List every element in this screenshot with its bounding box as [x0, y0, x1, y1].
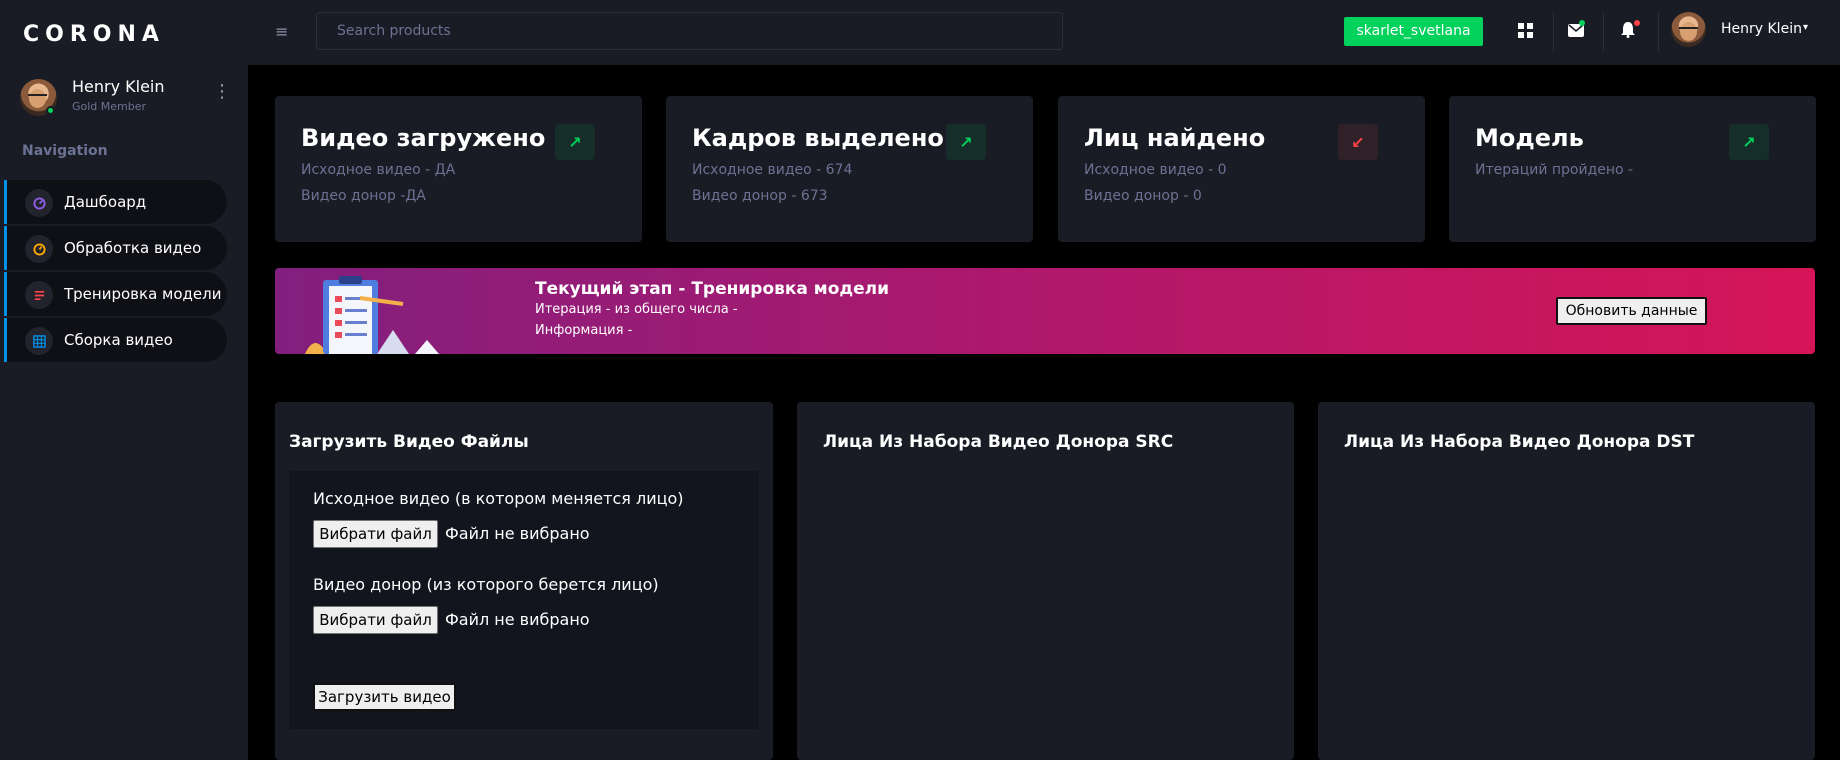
- chevron-down-icon[interactable]: ▾: [1803, 22, 1808, 33]
- sidebar-item-label: Сборка видео: [64, 331, 173, 349]
- banner-iteration: Итерация - из общего числа -: [535, 302, 738, 317]
- stat-line: Исходное видео - 0: [1084, 162, 1227, 178]
- banner-info: Информация -: [535, 323, 633, 338]
- brand-logo[interactable]: CORONA: [23, 22, 165, 47]
- source-file-button[interactable]: Вибрати файл: [313, 520, 438, 548]
- divider: [1553, 12, 1554, 52]
- user-label-button[interactable]: skarlet_svetlana: [1344, 17, 1483, 46]
- stat-title: Видео загружено: [301, 124, 546, 152]
- menu-toggle-icon[interactable]: ≡: [275, 22, 288, 41]
- upload-video-button[interactable]: Загрузить видео: [313, 683, 456, 711]
- search-input[interactable]: [316, 12, 1063, 50]
- profile-name: Henry Klein: [72, 77, 165, 96]
- sidebar-item-label: Обработка видео: [64, 239, 202, 257]
- profile-subtitle: Gold Member: [72, 100, 147, 113]
- source-video-label: Исходное видео (в котором меняется лицо): [313, 489, 684, 508]
- nav-category: Navigation: [22, 143, 108, 159]
- donor-video-label: Видео донор (из которого берется лицо): [313, 575, 659, 594]
- sidebar-item-model-training[interactable]: Тренировка модели: [4, 272, 227, 316]
- panel-title: Лица Из Набора Видео Донора SRC: [823, 432, 1174, 452]
- notification-badge: [1634, 20, 1640, 26]
- stat-title: Модель: [1475, 124, 1584, 152]
- stat-line: Видео донор -ДА: [301, 188, 426, 204]
- arrow-top-right-icon: ↗: [946, 124, 986, 160]
- sidebar-item-label: Дашбоард: [64, 193, 147, 211]
- navbar-user-name[interactable]: Henry Klein: [1721, 21, 1802, 37]
- stat-title: Кадров выделено: [692, 124, 944, 152]
- stat-title: Лиц найдено: [1084, 124, 1266, 152]
- status-banner: Текущий этап - Тренировка модели Итераци…: [275, 268, 1815, 354]
- upload-form: Исходное видео (в котором меняется лицо)…: [289, 471, 759, 729]
- src-faces-panel: Лица Из Набора Видео Донора SRC: [797, 402, 1294, 760]
- sidebar-profile: Henry Klein Gold Member ⋮: [20, 77, 235, 117]
- refresh-data-button[interactable]: Обновить данные: [1556, 297, 1707, 325]
- stat-card-frames-extracted: Кадров выделено Исходное видео - 674 Вид…: [666, 96, 1033, 242]
- stat-line: Видео донор - 673: [692, 188, 828, 204]
- sidebar-item-label: Тренировка модели: [64, 285, 222, 303]
- file-document-icon: [25, 281, 53, 309]
- dots-vertical-icon[interactable]: ⋮: [213, 83, 231, 101]
- stat-card-model: Модель Итераций пройдено - ↗: [1449, 96, 1816, 242]
- apps-grid-icon[interactable]: [1515, 20, 1535, 40]
- panel-title: Загрузить Видео Файлы: [289, 432, 529, 452]
- stat-line: Итераций пройдено -: [1475, 162, 1634, 178]
- table-large-icon: [25, 327, 53, 355]
- banner-title: Текущий этап - Тренировка модели: [535, 279, 890, 299]
- donor-file-button[interactable]: Вибрати файл: [313, 606, 438, 634]
- stat-line: Видео донор - 0: [1084, 188, 1202, 204]
- mail-badge: [1579, 20, 1585, 26]
- donor-file-status: Файл не вибрано: [445, 610, 590, 629]
- stat-card-faces-found: Лиц найдено Исходное видео - 0 Видео дон…: [1058, 96, 1425, 242]
- avatar[interactable]: [1671, 12, 1706, 47]
- sidebar-item-video-processing[interactable]: Обработка видео: [4, 226, 227, 270]
- source-file-status: Файл не вибрано: [445, 524, 590, 543]
- online-status-dot: [46, 106, 55, 115]
- divider: [1658, 12, 1659, 52]
- playlist-play-icon: [25, 235, 53, 263]
- top-navbar: ≡ skarlet_svetlana Henry Klein ▾: [248, 0, 1840, 65]
- upload-panel: Загрузить Видео Файлы Исходное видео (в …: [275, 402, 773, 760]
- arrow-bottom-left-icon: ↙: [1338, 124, 1378, 160]
- dst-faces-panel: Лица Из Набора Видео Донора DST: [1318, 402, 1815, 760]
- sidebar-item-dashboard[interactable]: Дашбоард: [4, 180, 227, 224]
- stat-line: Исходное видео - 674: [692, 162, 853, 178]
- sidebar-item-video-assembly[interactable]: Сборка видео: [4, 318, 227, 362]
- arrow-top-right-icon: ↗: [1729, 124, 1769, 160]
- sidebar: CORONA Henry Klein Gold Member ⋮ Navigat…: [0, 0, 248, 760]
- checklist-illustration: [305, 276, 439, 354]
- arrow-top-right-icon: ↗: [555, 124, 595, 160]
- speedometer-icon: [25, 189, 53, 217]
- divider: [1603, 12, 1604, 52]
- stat-line: Исходное видео - ДА: [301, 162, 456, 178]
- stat-card-video-uploaded: Видео загружено Исходное видео - ДА Виде…: [275, 96, 642, 242]
- panel-title: Лица Из Набора Видео Донора DST: [1344, 432, 1695, 452]
